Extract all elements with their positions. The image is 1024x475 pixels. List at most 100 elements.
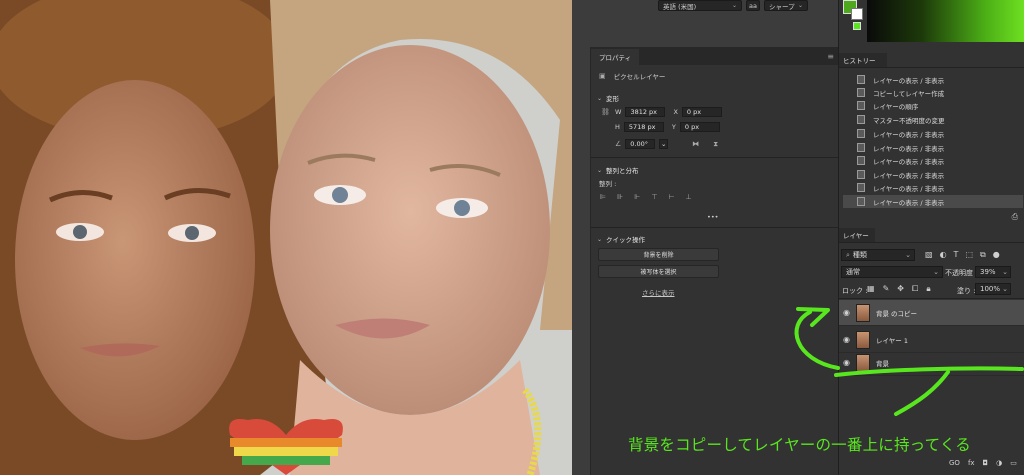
- height-field[interactable]: 5718 px: [623, 122, 664, 132]
- select-subject-button[interactable]: 被写体を選択: [598, 265, 719, 278]
- language-dropdown[interactable]: 英語 (米国) ⌄: [658, 0, 742, 11]
- divider: [839, 242, 1024, 243]
- angle-dropdown[interactable]: ⌄: [659, 139, 669, 149]
- lock-transparent-icon[interactable]: ▦: [867, 284, 875, 294]
- lock-position-icon[interactable]: ✥: [897, 284, 904, 294]
- history-item[interactable]: レイヤーの順序: [843, 99, 1023, 112]
- align-top-icon[interactable]: ⊤: [651, 193, 657, 201]
- add-mask-icon[interactable]: ◘: [983, 459, 989, 467]
- history-step-icon: [857, 75, 865, 84]
- chevron-down-icon: ⌄: [933, 268, 939, 276]
- layer-type-row: ▣ ピクセルレイヤー: [591, 71, 838, 81]
- history-item[interactable]: レイヤーの表示 / 非表示: [843, 181, 1023, 194]
- y-field[interactable]: 0 px: [679, 122, 720, 132]
- history-step-icon: [857, 156, 865, 165]
- width-field[interactable]: 3812 px: [625, 107, 666, 117]
- tab-properties[interactable]: プロパティ: [591, 49, 640, 65]
- layer-row-background-copy[interactable]: ◉ 背景 のコピー: [839, 300, 1024, 326]
- link-icon[interactable]: ⛓: [601, 108, 611, 116]
- quick-actions-header[interactable]: ⌄ クイック操作: [591, 234, 838, 245]
- align-center-h-icon[interactable]: ⊪: [617, 193, 623, 201]
- filter-type-icon[interactable]: T: [954, 250, 959, 260]
- chevron-down-icon: ⌄: [797, 2, 803, 9]
- align-section-header[interactable]: ⌄ 整列と分布: [591, 165, 838, 176]
- flip-horizontal-icon[interactable]: ⧓: [692, 140, 699, 148]
- lock-all-icon[interactable]: 🔒︎: [926, 284, 930, 294]
- eye-icon[interactable]: ◉: [843, 308, 850, 317]
- canvas-photo: [0, 0, 580, 475]
- chevron-down-icon: ⌄: [731, 2, 737, 9]
- divider: [591, 227, 838, 228]
- remove-background-button[interactable]: 背景を削除: [598, 248, 719, 261]
- history-item-label: レイヤーの表示 / 非表示: [873, 171, 945, 180]
- layers-tab-label: レイヤー: [843, 232, 869, 240]
- fill-label: 塗り :: [957, 287, 976, 295]
- eye-icon[interactable]: ◉: [843, 358, 850, 367]
- eye-icon[interactable]: ◉: [843, 335, 850, 344]
- color-spectrum[interactable]: [867, 0, 1024, 42]
- layer-name: 背景: [875, 359, 889, 368]
- document-canvas[interactable]: [0, 0, 580, 475]
- filter-toggle-icon[interactable]: ●: [993, 250, 1000, 260]
- layers-footer: GO fx ◘ ◑ ▭: [949, 459, 1017, 467]
- history-step-icon: [857, 197, 865, 206]
- history-item-selected[interactable]: レイヤーの表示 / 非表示: [843, 195, 1023, 208]
- align-right-icon[interactable]: ⊩: [634, 193, 640, 201]
- lock-label: ロック :: [842, 287, 868, 295]
- more-options-icon[interactable]: •••: [707, 213, 719, 221]
- new-group-icon[interactable]: ▭: [1010, 459, 1017, 467]
- blend-mode-dropdown[interactable]: 通常 ⌄: [841, 266, 943, 278]
- history-step-icon: [857, 170, 865, 179]
- fx-icon[interactable]: fx: [968, 459, 975, 467]
- history-item-label: レイヤーの順序: [873, 102, 919, 111]
- layer-filter-dropdown[interactable]: ⌕ 種類 ⌄: [841, 249, 915, 261]
- history-item-label: レイヤーの表示 / 非表示: [873, 130, 945, 139]
- history-item[interactable]: レイヤーの表示 / 非表示: [843, 154, 1023, 167]
- flip-vertical-icon[interactable]: ⧗: [713, 140, 718, 149]
- y-label: Y: [671, 123, 676, 131]
- filter-smart-object-icon[interactable]: ⧉: [980, 250, 986, 260]
- lock-paint-icon[interactable]: ✎: [883, 284, 890, 294]
- align-more-row: •••: [591, 213, 838, 221]
- history-item[interactable]: コピーしてレイヤー作成: [843, 86, 1023, 99]
- align-left-icon[interactable]: ⊫: [600, 193, 606, 201]
- align-center-v-icon[interactable]: ⊢: [668, 193, 674, 201]
- align-label: 整列 :: [599, 180, 617, 188]
- history-item[interactable]: マスター不透明度の変更: [843, 113, 1023, 126]
- angle-field[interactable]: 0.00°: [625, 139, 656, 149]
- filter-adjustment-icon[interactable]: ◐: [940, 250, 947, 260]
- show-more-link[interactable]: さらに表示: [642, 287, 675, 297]
- adjustment-layer-icon[interactable]: ◑: [996, 459, 1002, 467]
- x-field[interactable]: 0 px: [681, 107, 722, 117]
- background-color-swatch[interactable]: [851, 8, 863, 20]
- language-value: 英語 (米国): [663, 2, 697, 11]
- layer-name: 背景 のコピー: [875, 309, 918, 318]
- tab-layers[interactable]: レイヤー: [839, 228, 875, 242]
- filter-pixel-icon[interactable]: ▧: [925, 250, 933, 260]
- transform-angle-row: ∠ 0.00° ⌄ ⧓ ⧗: [591, 139, 838, 149]
- history-step-icon: [857, 88, 865, 97]
- history-item-label: マスター不透明度の変更: [873, 116, 945, 125]
- antialias-dropdown[interactable]: シャープ ⌄: [764, 0, 808, 11]
- fill-value: 100%: [980, 285, 1001, 293]
- history-item[interactable]: レイヤーの表示 / 非表示: [843, 127, 1023, 140]
- panel-menu-icon[interactable]: ≡: [827, 52, 834, 61]
- filter-shape-icon[interactable]: ⬚: [965, 250, 973, 260]
- tab-history[interactable]: ヒストリー: [839, 53, 887, 67]
- snapshot-icon[interactable]: ⎙: [1012, 212, 1018, 222]
- show-more-row: さらに表示: [591, 287, 838, 297]
- transform-section-header[interactable]: ⌄ 変形: [591, 93, 838, 104]
- layer-row-background[interactable]: ◉ 背景: [839, 350, 1024, 376]
- lock-artboard-icon[interactable]: ⧠: [912, 284, 918, 294]
- layer-thumbnail: [855, 303, 870, 322]
- history-item[interactable]: レイヤーの表示 / 非表示: [843, 141, 1023, 154]
- divider: [591, 157, 838, 158]
- fill-field[interactable]: 100% ⌄: [975, 283, 1011, 295]
- opacity-field[interactable]: 39% ⌄: [975, 266, 1011, 278]
- link-layers-icon[interactable]: GO: [949, 459, 960, 467]
- history-item[interactable]: レイヤーの表示 / 非表示: [843, 73, 1023, 86]
- align-bottom-icon[interactable]: ⊥: [686, 193, 692, 201]
- history-item[interactable]: レイヤーの表示 / 非表示: [843, 168, 1023, 181]
- properties-tabbar: プロパティ ≡: [591, 47, 838, 65]
- opacity-value: 39%: [980, 268, 996, 276]
